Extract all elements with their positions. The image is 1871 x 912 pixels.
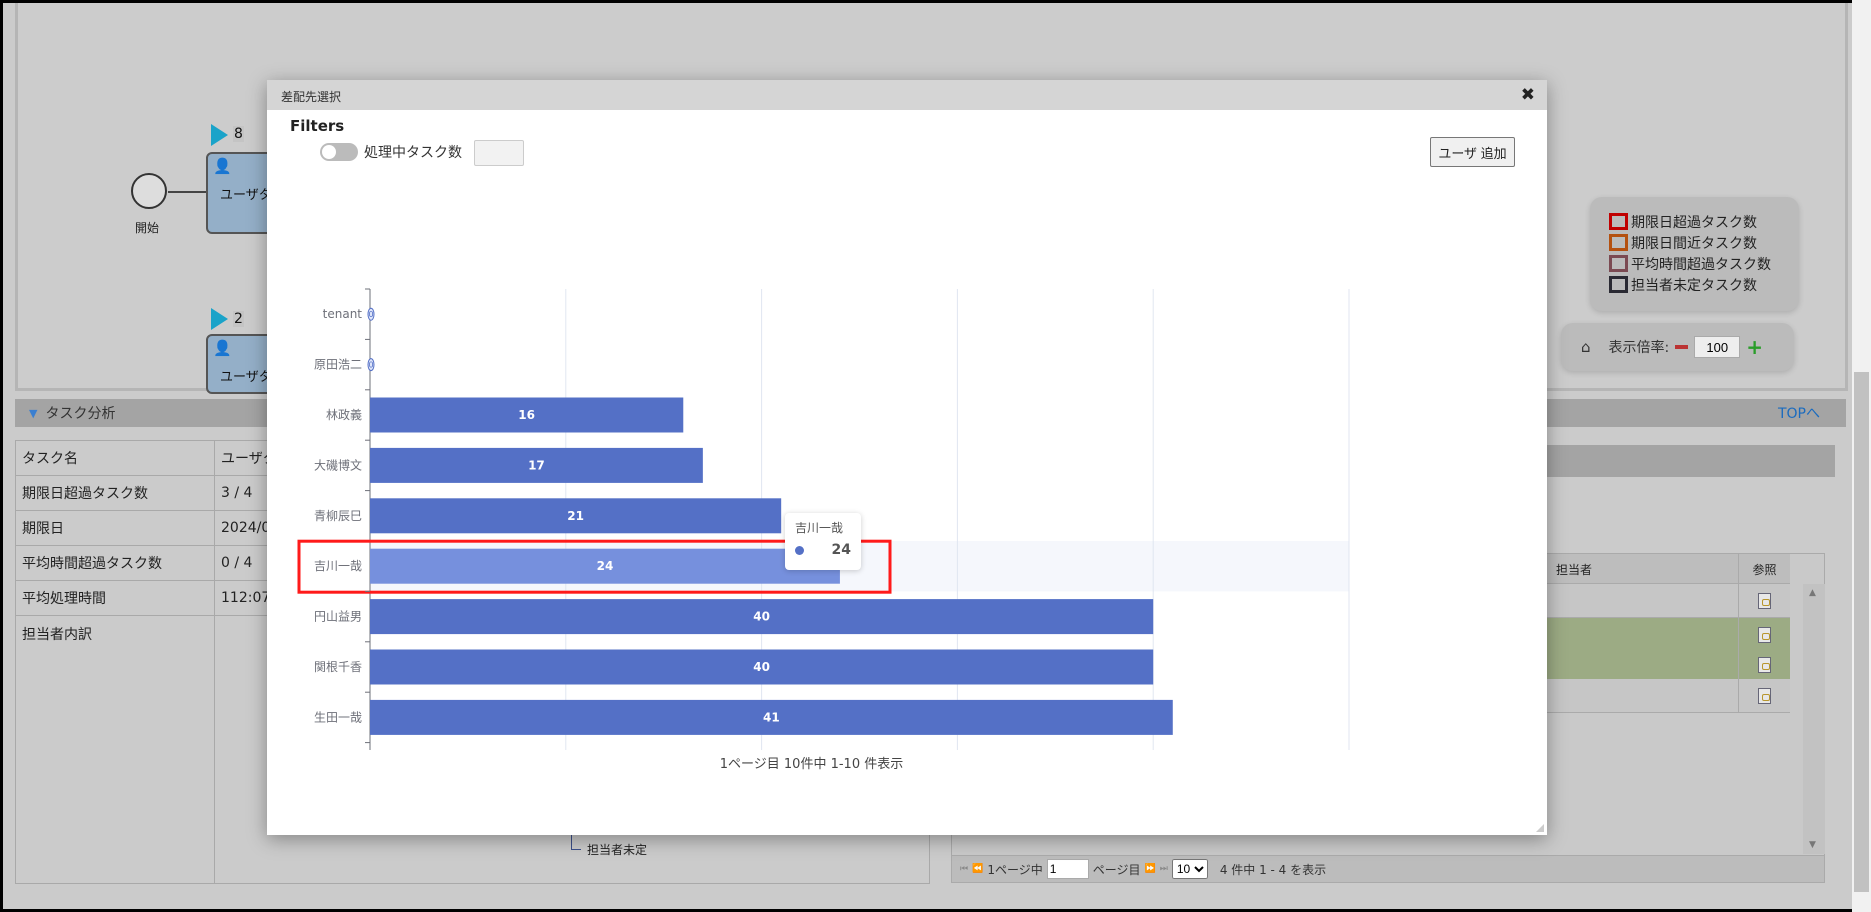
- chart-tooltip: 吉川一哉 24: [785, 513, 861, 570]
- collapse-triangle-icon: ▼: [29, 406, 38, 420]
- page-scrollbar[interactable]: [1852, 0, 1871, 912]
- y-category-label: 生田一哉: [314, 709, 362, 724]
- grid-pager: ⏮ ⏪ 1ページ中 ページ目 ⏩ ⏭ 10 4 件中 1 - 4 を表示: [951, 855, 1825, 883]
- bar-label: 40: [753, 660, 770, 674]
- document-icon[interactable]: [1758, 592, 1771, 609]
- next-page-icon[interactable]: ⏩: [1145, 864, 1156, 874]
- task-count-triangle-icon: [211, 124, 228, 146]
- tree-connector: [571, 835, 581, 850]
- row-label: 平均処理時間: [15, 580, 215, 616]
- row-label: 担当者内訳: [15, 615, 215, 884]
- legend-label: 期限日超過タスク数: [1631, 214, 1757, 231]
- row-label: 平均時間超過タスク数: [15, 545, 215, 581]
- bar-label: 24: [597, 559, 614, 573]
- y-category-label: 大磯博文: [314, 457, 362, 472]
- bar-label: 41: [763, 710, 780, 724]
- legend-swatch-icon: [1609, 255, 1628, 272]
- close-icon[interactable]: ✖: [1521, 85, 1535, 105]
- zoom-label: 表示倍率:: [1608, 340, 1670, 356]
- document-icon[interactable]: [1758, 687, 1771, 704]
- top-link[interactable]: TOPへ: [1778, 403, 1820, 423]
- dialog-header[interactable]: 差配先選択 ✖: [267, 80, 1547, 110]
- bar-label: 16: [518, 408, 535, 422]
- assignee-bar-chart: 01020304050tenant0原田浩二0林政義16大磯博文17青柳辰巳21…: [297, 288, 1350, 750]
- series-dot-icon: [795, 545, 804, 555]
- y-category-label: 林政義: [326, 407, 362, 422]
- processing-task-input[interactable]: [474, 140, 524, 166]
- legend-swatch-icon: [1609, 276, 1628, 293]
- tree-leaf-unassigned[interactable]: 担当者未定: [587, 841, 647, 858]
- row-label: タスク名: [15, 440, 215, 476]
- pager-total-pages: 1ページ中: [987, 862, 1043, 877]
- legend-panel: 期限日超過タスク数 期限日間近タスク数 平均時間超過タスク数 担当者未定タスク数: [1590, 197, 1799, 311]
- bar-label: 21: [567, 509, 584, 523]
- start-event[interactable]: [131, 173, 167, 209]
- add-user-button[interactable]: ユーザ 追加: [1430, 137, 1515, 167]
- row-label: 期限日: [15, 510, 215, 546]
- zoom-out-icon[interactable]: [1675, 345, 1689, 349]
- bar-label: 40: [753, 610, 770, 624]
- row-label: 期限日超過タスク数: [15, 475, 215, 511]
- bar-label: 17: [528, 458, 545, 472]
- tooltip-name: 吉川一哉: [795, 521, 844, 535]
- dialog-title: 差配先選択: [281, 90, 342, 104]
- y-category-label: 青柳辰巳: [314, 509, 362, 523]
- grid-scrollbar[interactable]: ▲ ▼: [1803, 584, 1825, 854]
- column-header-ref[interactable]: 参照: [1738, 554, 1790, 584]
- column-header-assignee[interactable]: 担当者: [1556, 561, 1592, 578]
- zoom-input[interactable]: [1694, 336, 1741, 358]
- pager-summary: 4 件中 1 - 4 を表示: [1219, 862, 1327, 877]
- y-category-label: tenant: [323, 307, 363, 321]
- page-input[interactable]: [1046, 859, 1089, 879]
- legend-label: 担当者未定タスク数: [1631, 277, 1757, 294]
- section-title: タスク分析: [45, 406, 116, 422]
- bar-label: 0: [368, 361, 373, 370]
- y-category-label: 原田浩二: [314, 358, 362, 372]
- legend-item: 平均時間超過タスク数: [1609, 253, 1799, 274]
- document-icon[interactable]: [1758, 626, 1771, 643]
- zoom-in-icon[interactable]: +: [1746, 335, 1763, 359]
- tooltip-value: 24: [831, 542, 851, 558]
- task-count: 2: [233, 311, 244, 327]
- assign-dialog: 差配先選択 ✖ Filters 処理中タスク数 ユーザ 追加 010203040…: [267, 80, 1547, 835]
- filters-title: Filters: [290, 117, 345, 135]
- pager-suffix: ページ目: [1092, 862, 1141, 877]
- chart-page-caption: 1ページ目 10件中 1-10 件表示: [719, 757, 904, 772]
- task-count-triangle-icon: [211, 308, 228, 330]
- bar-label: 0: [368, 310, 373, 319]
- task-count: 8: [233, 126, 244, 142]
- user-icon: 👤: [213, 157, 232, 175]
- zoom-control: ⌂ 表示倍率: +: [1561, 323, 1794, 371]
- y-category-label: 円山益男: [314, 610, 362, 624]
- y-category-label: 吉川一哉: [314, 558, 362, 573]
- start-label: 開始: [135, 221, 160, 235]
- toggle-label: 処理中タスク数: [364, 145, 462, 161]
- user-icon: 👤: [213, 339, 232, 357]
- legend-label: 平均時間超過タスク数: [1631, 256, 1771, 273]
- legend-swatch-icon: [1609, 213, 1628, 230]
- legend-item: 担当者未定タスク数: [1609, 274, 1799, 295]
- legend-swatch-icon: [1609, 234, 1628, 251]
- first-page-icon[interactable]: ⏮: [960, 864, 968, 874]
- processing-task-toggle[interactable]: [320, 143, 358, 161]
- home-icon[interactable]: ⌂: [1581, 338, 1591, 356]
- per-page-select[interactable]: 10: [1171, 859, 1208, 879]
- prev-page-icon[interactable]: ⏪: [972, 864, 983, 874]
- y-category-label: 関根千香: [314, 660, 362, 674]
- legend-item: 期限日超過タスク数: [1609, 211, 1799, 232]
- legend-label: 期限日間近タスク数: [1631, 235, 1757, 252]
- last-page-icon[interactable]: ⏭: [1160, 864, 1168, 874]
- legend-item: 期限日間近タスク数: [1609, 232, 1799, 253]
- document-icon[interactable]: [1758, 656, 1771, 673]
- resize-handle[interactable]: [1536, 824, 1544, 832]
